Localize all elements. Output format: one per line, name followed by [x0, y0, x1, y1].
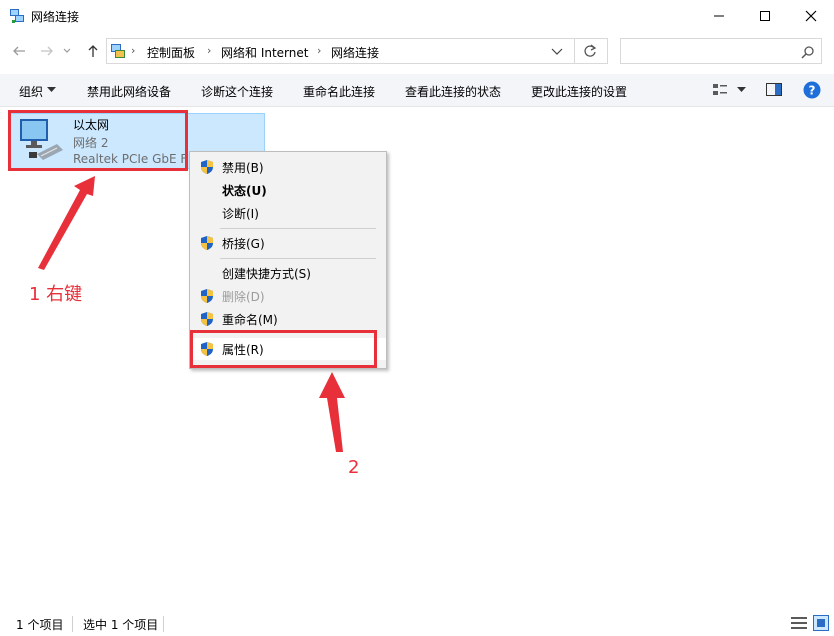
chevron-down-icon [63, 48, 71, 53]
title-bar: 网络连接 [0, 0, 834, 32]
minimize-icon [714, 15, 724, 17]
menu-item-disable[interactable]: 禁用(B) [190, 156, 386, 178]
back-button[interactable] [8, 40, 30, 62]
organize-menu[interactable]: 组织 [19, 83, 43, 100]
menu-item-label: 诊断(I) [222, 207, 259, 221]
change-settings-button[interactable]: 更改此连接的设置 [531, 83, 627, 100]
window-title: 网络连接 [31, 10, 80, 24]
highlight-box-adapter [8, 110, 188, 171]
arrow-right-icon [41, 46, 53, 56]
up-button[interactable] [82, 40, 104, 62]
shield-icon [201, 312, 213, 326]
menu-item-label: 桥接(G) [222, 237, 265, 251]
status-selected-count: 选中 1 个项目 [83, 618, 159, 632]
help-icon[interactable]: ? [803, 81, 821, 99]
menu-separator [220, 228, 376, 229]
menu-item-label: 禁用(B) [222, 161, 264, 175]
organize-dropdown-icon[interactable] [47, 87, 56, 93]
shield-icon [201, 160, 213, 174]
arrow-up-icon [88, 45, 98, 57]
shield-icon [201, 236, 213, 250]
arrow-to-properties [319, 372, 345, 452]
refresh-icon[interactable] [583, 44, 597, 58]
menu-item-label: 重命名(M) [222, 313, 278, 327]
close-icon [805, 10, 817, 22]
breadcrumb-separator: › [317, 44, 322, 57]
breadcrumb-network-internet[interactable]: 网络和 Internet [221, 44, 308, 61]
menu-item-bridge[interactable]: 桥接(G) [190, 232, 386, 254]
breadcrumb-separator: › [131, 44, 136, 57]
diagnose-button[interactable]: 诊断这个连接 [201, 83, 273, 100]
control-panel-icon [111, 44, 125, 58]
arrow-to-adapter [38, 176, 95, 270]
disable-device-button[interactable]: 禁用此网络设备 [87, 83, 171, 100]
forward-button[interactable] [36, 40, 58, 62]
recent-locations-button[interactable] [60, 40, 74, 62]
menu-item-status[interactable]: 状态(U) [190, 179, 386, 201]
view-dropdown-icon[interactable] [737, 87, 746, 93]
status-divider [163, 616, 164, 632]
close-button[interactable] [788, 0, 834, 32]
highlight-box-properties [190, 330, 377, 368]
annotation-step2: 2 [348, 457, 360, 478]
shield-icon [201, 289, 213, 303]
network-connections-icon [10, 9, 24, 23]
search-input[interactable] [623, 41, 797, 63]
menu-item-delete: 删除(D) [190, 285, 386, 307]
status-item-count: 1 个项目 [16, 618, 64, 632]
view-status-button[interactable]: 查看此连接的状态 [405, 83, 501, 100]
view-options-icon[interactable] [712, 82, 728, 98]
menu-item-rename[interactable]: 重命名(M) [190, 308, 386, 330]
address-bar[interactable]: › 控制面板 › 网络和 Internet › 网络连接 [106, 38, 608, 64]
menu-item-label: 状态(U) [222, 184, 267, 198]
annotation-step1: 1 右键 [29, 284, 83, 305]
preview-pane-icon[interactable] [766, 83, 782, 97]
maximize-icon [760, 11, 770, 21]
menu-item-diagnose[interactable]: 诊断(I) [190, 202, 386, 224]
status-divider [72, 616, 73, 632]
breadcrumb-network-connections[interactable]: 网络连接 [331, 44, 379, 61]
breadcrumb-control-panel[interactable]: 控制面板 [147, 44, 195, 61]
maximize-button[interactable] [742, 0, 788, 32]
menu-item-label: 删除(D) [222, 290, 265, 304]
status-bar: 1 个项目 选中 1 个项目 [0, 612, 834, 636]
breadcrumb-separator: › [207, 44, 212, 57]
menu-item-label: 创建快捷方式(S) [222, 267, 311, 281]
search-icon [801, 46, 814, 59]
large-icons-view-icon[interactable] [813, 615, 829, 631]
address-divider [574, 39, 575, 63]
menu-separator [220, 258, 376, 259]
details-view-icon[interactable] [791, 616, 807, 630]
command-toolbar: 组织 禁用此网络设备 诊断这个连接 重命名此连接 查看此连接的状态 更改此连接的… [0, 74, 834, 107]
menu-item-create-shortcut[interactable]: 创建快捷方式(S) [190, 262, 386, 284]
arrow-left-icon [13, 46, 25, 56]
address-dropdown-icon[interactable] [551, 47, 563, 57]
minimize-button[interactable] [696, 0, 742, 32]
search-box[interactable] [620, 38, 822, 64]
svg-text:?: ? [809, 84, 816, 98]
rename-button[interactable]: 重命名此连接 [303, 83, 375, 100]
